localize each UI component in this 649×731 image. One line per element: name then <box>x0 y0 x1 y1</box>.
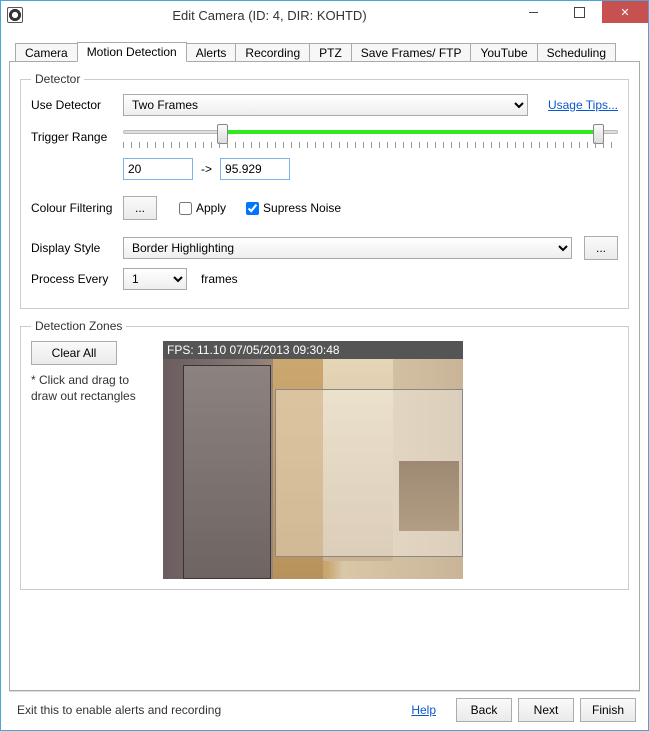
apply-checkbox-wrap[interactable]: Apply <box>175 199 226 218</box>
slider-thumb-high[interactable] <box>593 124 604 144</box>
trigger-low-input[interactable] <box>123 158 193 180</box>
use-detector-select[interactable]: Two Frames <box>123 94 528 116</box>
tab-save-frames-ftp[interactable]: Save Frames/ FTP <box>351 43 472 62</box>
footer: Exit this to enable alerts and recording… <box>9 691 640 722</box>
display-style-label: Display Style <box>31 241 123 255</box>
tab-scheduling[interactable]: Scheduling <box>537 43 616 62</box>
next-button[interactable]: Next <box>518 698 574 722</box>
tab-recording[interactable]: Recording <box>235 43 310 62</box>
close-button[interactable] <box>602 1 648 23</box>
back-button[interactable]: Back <box>456 698 512 722</box>
suppress-checkbox-wrap[interactable]: Supress Noise <box>242 199 341 218</box>
suppress-label: Supress Noise <box>263 201 341 215</box>
camera-preview[interactable]: FPS: 11.10 07/05/2013 09:30:48 <box>163 341 463 579</box>
help-link[interactable]: Help <box>411 703 436 717</box>
display-style-options-button[interactable]: ... <box>584 236 618 260</box>
slider-ticks <box>123 142 618 148</box>
footer-message: Exit this to enable alerts and recording <box>17 703 411 717</box>
window-title: Edit Camera (ID: 4, DIR: KOHTD) <box>29 8 510 23</box>
process-every-label: Process Every <box>31 272 123 286</box>
zone-instruction: * Click and drag to draw out rectangles <box>31 373 151 404</box>
apply-checkbox[interactable] <box>179 202 192 215</box>
tab-motion-detection[interactable]: Motion Detection <box>77 42 187 62</box>
preview-door <box>183 365 271 579</box>
tab-panel-motion-detection: Detector Use Detector Two Frames Usage T… <box>9 61 640 691</box>
display-style-select[interactable]: Border Highlighting <box>123 237 572 259</box>
process-every-select[interactable]: 1 <box>123 268 187 290</box>
minimize-button[interactable] <box>510 1 556 23</box>
tab-ptz[interactable]: PTZ <box>309 43 352 62</box>
trigger-range-label: Trigger Range <box>31 130 123 144</box>
finish-button[interactable]: Finish <box>580 698 636 722</box>
clear-all-button[interactable]: Clear All <box>31 341 117 365</box>
colour-filtering-button[interactable]: ... <box>123 196 157 220</box>
app-icon <box>7 7 23 23</box>
detector-group: Detector Use Detector Two Frames Usage T… <box>20 72 629 309</box>
slider-fill <box>222 130 598 134</box>
colour-filtering-label: Colour Filtering <box>31 201 123 215</box>
usage-tips-link[interactable]: Usage Tips... <box>548 98 618 112</box>
process-every-unit: frames <box>201 272 238 286</box>
tab-alerts[interactable]: Alerts <box>186 43 237 62</box>
titlebar[interactable]: Edit Camera (ID: 4, DIR: KOHTD) <box>1 1 648 29</box>
fps-overlay: FPS: 11.10 07/05/2013 09:30:48 <box>163 341 463 359</box>
detection-zones-group: Detection Zones Clear All * Click and dr… <box>20 319 629 590</box>
apply-label: Apply <box>196 201 226 215</box>
slider-thumb-low[interactable] <box>217 124 228 144</box>
trigger-high-input[interactable] <box>220 158 290 180</box>
range-arrow: -> <box>201 162 212 176</box>
maximize-button[interactable] <box>556 1 602 23</box>
use-detector-label: Use Detector <box>31 98 123 112</box>
tab-youtube[interactable]: YouTube <box>470 43 537 62</box>
detector-legend: Detector <box>31 72 84 86</box>
suppress-noise-checkbox[interactable] <box>246 202 259 215</box>
trigger-range-slider[interactable] <box>123 124 618 150</box>
tab-strip: CameraMotion DetectionAlertsRecordingPTZ… <box>15 39 640 61</box>
detection-zones-legend: Detection Zones <box>31 319 126 333</box>
tab-camera[interactable]: Camera <box>15 43 78 62</box>
detection-zone-rect[interactable] <box>275 389 463 557</box>
